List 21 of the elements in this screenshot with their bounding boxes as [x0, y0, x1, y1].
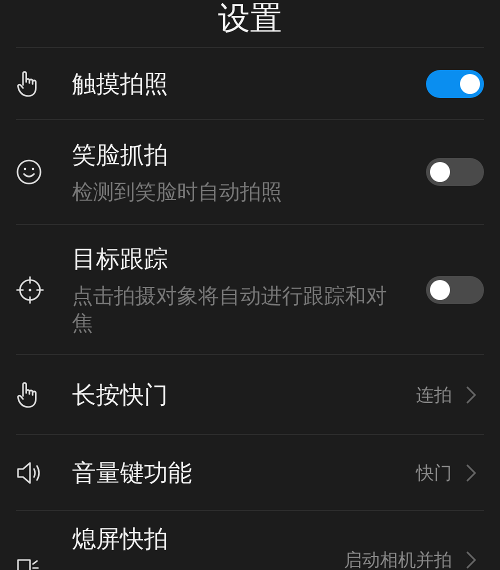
setting-value: 快门 [416, 462, 452, 484]
toggle-switch[interactable] [426, 70, 484, 98]
setting-title: 长按快门 [72, 380, 169, 410]
crosshair-icon [16, 276, 44, 304]
setting-value: 启动相机并拍 [344, 549, 452, 570]
screen-icon [16, 558, 40, 570]
chevron-icon [466, 386, 476, 404]
setting-title: 笑脸抓拍 [72, 140, 169, 170]
toggle-switch[interactable] [426, 276, 484, 304]
setting-value: 连拍 [416, 384, 452, 406]
setting-description: 检测到笑脸时自动拍照 [72, 178, 283, 206]
toggle-switch[interactable] [426, 158, 484, 186]
smiley-icon [16, 159, 42, 185]
setting-title: 目标跟踪 [72, 244, 169, 274]
setting-title: 触摸拍照 [72, 68, 169, 100]
page-title: 设置 [218, 0, 282, 36]
setting-description: 点击拍摄对象将自动进行跟踪和对焦 [72, 282, 388, 336]
chevron-icon [466, 551, 476, 569]
setting-title: 熄屏快拍 [72, 524, 169, 555]
chevron-icon [466, 464, 476, 482]
setting-title: 音量键功能 [72, 458, 193, 488]
